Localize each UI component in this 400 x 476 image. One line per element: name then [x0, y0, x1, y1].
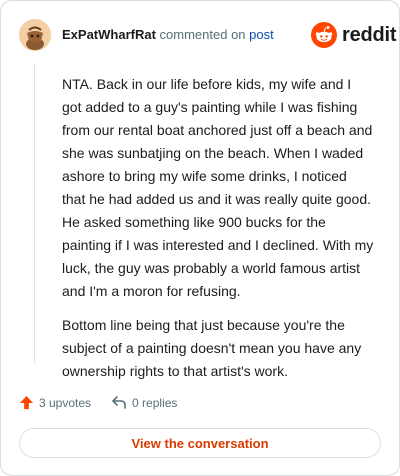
thread-line	[34, 63, 35, 363]
comment-actions: 3 upvotes 0 replies	[19, 395, 197, 410]
reply-arrow-icon	[112, 396, 126, 409]
upvote-arrow-icon	[19, 395, 34, 410]
comment-paragraph: NTA. Back in our life before kids, my wi…	[62, 76, 374, 299]
view-conversation-button[interactable]: View the conversation	[19, 428, 381, 458]
author-username[interactable]: ExPatWharfRat	[62, 27, 156, 42]
user-avatar-icon	[19, 19, 51, 51]
reddit-logo[interactable]: reddit	[311, 22, 397, 48]
reply-button[interactable]: 0 replies	[111, 395, 177, 410]
comment-body: NTA. Back in our life before kids, my wi…	[62, 73, 374, 394]
embedded-comment-card: ExPatWharfRat commented on post reddit N…	[0, 0, 400, 476]
avatar[interactable]	[19, 19, 51, 51]
reddit-wordmark: reddit	[342, 23, 397, 46]
post-link[interactable]: post	[249, 27, 274, 42]
comment-header: ExPatWharfRat commented on post	[62, 27, 274, 43]
upvote-button[interactable]: 3 upvotes	[19, 395, 91, 410]
comment-action-text: commented on	[159, 27, 246, 42]
comment-paragraph: Bottom line being that just because you'…	[62, 317, 362, 379]
reddit-snoo-icon	[311, 22, 337, 48]
upvote-count: 3 upvotes	[39, 395, 92, 410]
reply-count: 0 replies	[132, 395, 178, 410]
